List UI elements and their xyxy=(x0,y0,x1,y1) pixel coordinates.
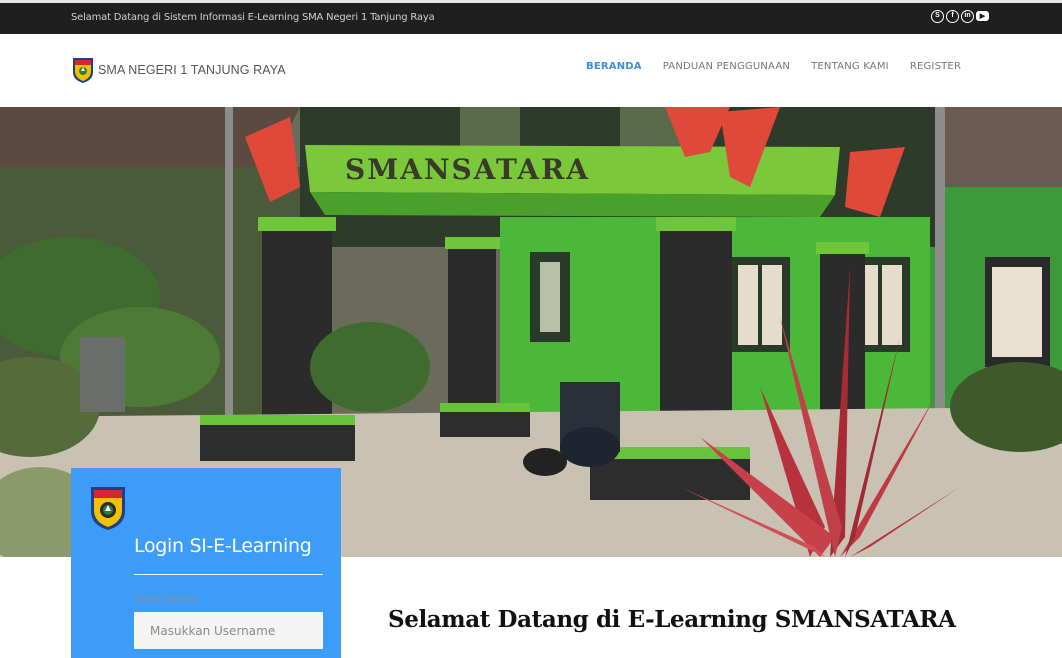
main-menu: BERANDA PANDUAN PENGGUNAAN TENTANG KAMI … xyxy=(586,61,982,72)
login-school-logo-icon xyxy=(91,487,125,530)
social-links: S f in ▶ xyxy=(931,10,989,23)
linkedin-icon[interactable]: in xyxy=(961,10,974,23)
brand-name: SMA NEGERI 1 TANJUNG RAYA xyxy=(98,63,286,77)
welcome-heading: Selamat Datang di E-Learning SMANSATARA xyxy=(388,606,956,633)
school-logo-icon xyxy=(73,58,93,83)
main-navbar: SMA NEGERI 1 TANJUNG RAYA BERANDA PANDUA… xyxy=(0,34,1062,107)
username-label: Username xyxy=(134,592,197,605)
nav-register[interactable]: REGISTER xyxy=(910,61,961,72)
nav-panduan-penggunaan[interactable]: PANDUAN PENGGUNAAN xyxy=(663,61,790,72)
skype-icon[interactable]: S xyxy=(931,10,944,23)
youtube-icon[interactable]: ▶ xyxy=(976,11,989,21)
nav-beranda[interactable]: BERANDA xyxy=(586,61,642,72)
hero-sign-text: SMANSATARA xyxy=(345,153,590,186)
brand[interactable]: SMA NEGERI 1 TANJUNG RAYA xyxy=(71,56,286,84)
facebook-icon[interactable]: f xyxy=(946,10,959,23)
login-divider xyxy=(134,574,323,575)
top-bar: Selamat Datang di Sistem Informasi E-Lea… xyxy=(0,0,1062,34)
login-panel: Login SI-E-Learning Username xyxy=(71,468,341,658)
login-title: Login SI-E-Learning xyxy=(134,535,312,557)
welcome-text: Selamat Datang di Sistem Informasi E-Lea… xyxy=(71,12,435,23)
nav-tentang-kami[interactable]: TENTANG KAMI xyxy=(811,61,889,72)
username-input[interactable] xyxy=(134,612,323,649)
